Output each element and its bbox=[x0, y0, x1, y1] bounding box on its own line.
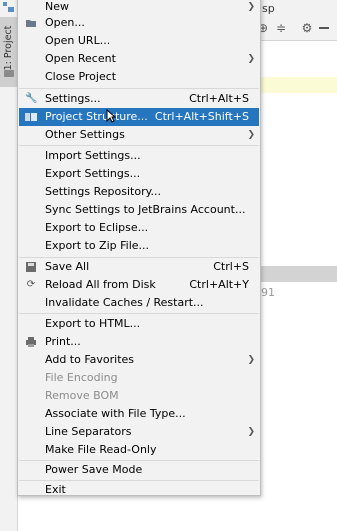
menu-item-add-favorites[interactable]: Add to Favorites ❯ bbox=[19, 351, 259, 369]
menu-item-print[interactable]: Print... bbox=[19, 333, 259, 351]
project-structure-icon bbox=[25, 113, 37, 121]
menu-item-export-html[interactable]: Export to HTML... bbox=[19, 315, 259, 333]
editor-tab-fragment[interactable]: sp bbox=[262, 2, 275, 15]
menu-item-label: Export to Eclipse... bbox=[45, 221, 149, 234]
menu-item-label: Project Structure... bbox=[45, 110, 148, 123]
minimize-icon[interactable] bbox=[319, 27, 329, 29]
menu-item-label: Remove BOM bbox=[45, 389, 119, 402]
file-menu: New ❯ Open... Open URL... Open Recent ❯ … bbox=[17, 0, 261, 496]
menu-item-open-recent[interactable]: Open Recent ❯ bbox=[19, 50, 259, 68]
save-icon bbox=[26, 262, 36, 272]
menu-item-label: Export to Zip File... bbox=[45, 239, 150, 252]
menu-item-label: Other Settings bbox=[45, 128, 125, 141]
menu-item-save-all[interactable]: Save All Ctrl+S bbox=[19, 258, 259, 276]
menu-item-label: Power Save Mode bbox=[45, 463, 143, 476]
menu-item-project-structure[interactable]: Project Structure... Ctrl+Alt+Shift+S bbox=[19, 108, 259, 126]
editor-toolbar: sp ⊕ ≑ ⚙ bbox=[258, 0, 337, 41]
submenu-arrow-icon: ❯ bbox=[247, 355, 255, 365]
current-line-highlight bbox=[259, 77, 337, 93]
project-view-icon[interactable] bbox=[3, 2, 14, 12]
menu-item-associate-file-type[interactable]: Associate with File Type... bbox=[19, 405, 259, 423]
menu-item-shortcut: Ctrl+S bbox=[213, 260, 249, 273]
collapse-icon[interactable]: ≑ bbox=[275, 22, 287, 34]
menu-item-label: Open URL... bbox=[45, 34, 111, 47]
menu-item-label: Associate with File Type... bbox=[45, 407, 186, 420]
menu-separator bbox=[19, 313, 259, 314]
menu-item-invalidate-caches[interactable]: Invalidate Caches / Restart... bbox=[19, 294, 259, 312]
reload-icon: ⟳ bbox=[26, 279, 36, 290]
menu-item-label: Import Settings... bbox=[45, 149, 141, 162]
menu-item-label: Export Settings... bbox=[45, 167, 141, 180]
menu-item-label: Reload All from Disk bbox=[45, 278, 156, 291]
menu-item-label: Save All bbox=[45, 260, 90, 273]
menu-item-read-only[interactable]: Make File Read-Only bbox=[19, 441, 259, 459]
menu-item-open-url[interactable]: Open URL... bbox=[19, 32, 259, 50]
menu-item-export-zip[interactable]: Export to Zip File... bbox=[19, 237, 259, 255]
menu-item-exit[interactable]: Exit bbox=[19, 481, 259, 499]
menu-item-open[interactable]: Open... bbox=[19, 14, 259, 32]
menu-item-close-project[interactable]: Close Project bbox=[19, 68, 259, 86]
menu-item-import-settings[interactable]: Import Settings... bbox=[19, 147, 259, 165]
menu-item-label: Sync Settings to JetBrains Account... bbox=[45, 203, 246, 216]
menu-separator bbox=[19, 145, 259, 146]
menu-item-shortcut: Ctrl+Alt+Y bbox=[189, 278, 249, 291]
print-icon bbox=[26, 337, 36, 347]
menu-item-label: Invalidate Caches / Restart... bbox=[45, 296, 204, 309]
menu-item-reload-disk[interactable]: ⟳ Reload All from Disk Ctrl+Alt+Y bbox=[19, 276, 259, 294]
line-number: 91 bbox=[261, 286, 275, 299]
menu-item-label: Add to Favorites bbox=[45, 353, 135, 366]
menu-separator bbox=[19, 88, 259, 89]
folder-icon bbox=[4, 70, 14, 77]
submenu-arrow-icon: ❯ bbox=[247, 54, 255, 64]
menu-item-label: Settings Repository... bbox=[45, 185, 162, 198]
menu-item-settings-repository[interactable]: Settings Repository... bbox=[19, 183, 259, 201]
submenu-arrow-icon: ❯ bbox=[247, 130, 255, 140]
menu-item-power-save[interactable]: Power Save Mode bbox=[19, 461, 259, 479]
menu-item-remove-bom: Remove BOM bbox=[19, 387, 259, 405]
menu-item-label: Export to HTML... bbox=[45, 317, 141, 330]
mouse-pointer-icon bbox=[106, 109, 116, 123]
gear-icon[interactable]: ⚙ bbox=[301, 22, 313, 34]
menu-item-export-settings[interactable]: Export Settings... bbox=[19, 165, 259, 183]
submenu-arrow-icon: ❯ bbox=[247, 427, 255, 437]
menu-item-label: Close Project bbox=[45, 70, 117, 83]
menu-item-label: Settings... bbox=[45, 92, 101, 105]
menu-item-file-encoding: File Encoding bbox=[19, 369, 259, 387]
menu-item-label: Line Separators bbox=[45, 425, 132, 438]
menu-item-settings[interactable]: 🔧 Settings... Ctrl+Alt+S bbox=[19, 90, 259, 108]
tool-window-strip: 1: Project bbox=[0, 0, 18, 531]
menu-item-shortcut: Ctrl+Alt+S bbox=[189, 92, 249, 105]
menu-item-label: Print... bbox=[45, 335, 81, 348]
wrench-icon: 🔧 bbox=[25, 93, 38, 104]
menu-item-label: File Encoding bbox=[45, 371, 118, 384]
folder-open-icon bbox=[26, 20, 36, 27]
menu-item-other-settings[interactable]: Other Settings ❯ bbox=[19, 126, 259, 144]
menu-item-export-eclipse[interactable]: Export to Eclipse... bbox=[19, 219, 259, 237]
menu-item-shortcut: Ctrl+Alt+Shift+S bbox=[154, 110, 249, 123]
menu-item-line-separators[interactable]: Line Separators ❯ bbox=[19, 423, 259, 441]
menu-item-label: Make File Read-Only bbox=[45, 443, 157, 456]
menu-item-label: Open Recent bbox=[45, 52, 116, 65]
menu-item-sync-settings[interactable]: Sync Settings to JetBrains Account... bbox=[19, 201, 259, 219]
editor-gutter-band bbox=[259, 266, 337, 282]
menu-item-label: Open... bbox=[45, 16, 85, 29]
menu-item-label: Exit bbox=[45, 483, 66, 496]
